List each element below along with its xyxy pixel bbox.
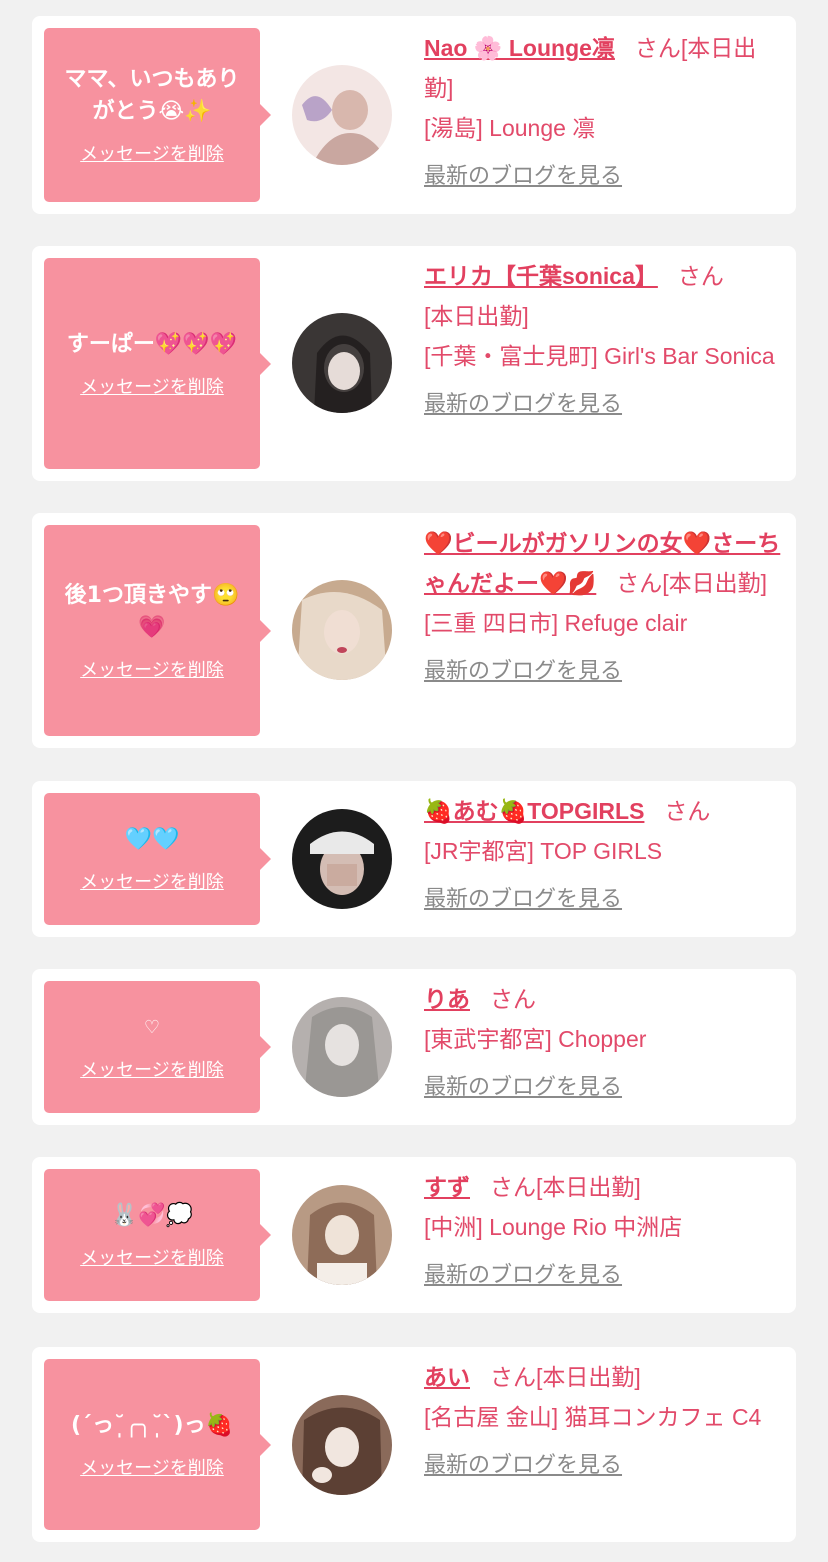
delete-message-link[interactable]: メッセージを削除	[80, 656, 224, 682]
message-bubble: 🐰💞💭 メッセージを削除	[44, 1169, 271, 1301]
avatar-image	[292, 580, 392, 680]
cast-name-link[interactable]: Nao 🌸 Lounge凛	[424, 35, 615, 61]
cast-name-link[interactable]: あい	[424, 1364, 470, 1390]
cast-info: ❤️ビールがガソリンの女❤️さーちゃんだよー❤️💋 さん[本日出勤] [三重 四日…	[424, 523, 782, 691]
honorific: さん	[634, 35, 681, 61]
list-item: ♡ メッセージを削除 りあ さん [東武宇都宮] Chopper 最新のブログを見…	[32, 969, 796, 1125]
latest-blog-link[interactable]: 最新のブログを見る	[424, 384, 622, 424]
shop-location: [中洲] Lounge Rio 中洲店	[424, 1214, 683, 1240]
cast-info: エリカ【千葉sonica】 さん [本日出勤] [千葉・富士見町] Girl's …	[424, 256, 782, 424]
work-status: [本日出勤]	[662, 570, 768, 596]
delete-message-link[interactable]: メッセージを削除	[80, 1056, 224, 1082]
avatar-image	[292, 997, 392, 1097]
cast-info: Nao 🌸 Lounge凛 さん[本日出勤] [湯島] Lounge 凛 最新のブ…	[424, 28, 782, 196]
avatar[interactable]	[292, 1395, 392, 1495]
message-text: 後1つ頂きやす🙄💗	[64, 582, 240, 640]
delete-message-link[interactable]: メッセージを削除	[80, 868, 224, 894]
shop-location: [JR宇都宮] TOP GIRLS	[424, 838, 663, 864]
avatar-image	[292, 809, 392, 909]
work-status: [本日出勤]	[536, 1364, 641, 1390]
avatar-image	[292, 1395, 392, 1495]
message-text: (ˊっ˘̩╭╮˘̩ˋ)っ🍓	[71, 1412, 233, 1438]
honorific: さん	[616, 570, 663, 596]
shop-location: [千葉・富士見町] Girl's Bar Sonica	[424, 343, 775, 369]
list-item: 後1つ頂きやす🙄💗 メッセージを削除 ❤️ビールがガソリンの女❤️さーちゃんだよ…	[32, 513, 796, 748]
shop-location: [東武宇都宮] Chopper	[424, 1026, 647, 1052]
avatar-image	[292, 313, 392, 413]
list-item: 🐰💞💭 メッセージを削除 すず さん[本日出勤] [中洲] Lounge Rio …	[32, 1157, 796, 1313]
cast-info: あい さん[本日出勤] [名古屋 金山] 猫耳コンカフェ C4 最新のブログを見る	[424, 1357, 782, 1485]
shop-location: [三重 四日市] Refuge clair	[424, 610, 688, 636]
avatar-image	[292, 1185, 392, 1285]
delete-message-link[interactable]: メッセージを削除	[80, 1244, 224, 1270]
list-item: すーぱー💖💖💖 メッセージを削除 エリカ【千葉sonica】 さん [本日出勤] …	[32, 246, 796, 481]
message-bubble: (ˊっ˘̩╭╮˘̩ˋ)っ🍓 メッセージを削除	[44, 1359, 271, 1530]
message-text: ♡	[143, 1017, 161, 1038]
avatar[interactable]	[292, 65, 392, 165]
cast-name-link[interactable]: エリカ【千葉sonica】	[424, 263, 658, 289]
message-text: 🐰💞💭	[110, 1203, 194, 1228]
work-status: [本日出勤]	[424, 303, 529, 329]
cast-name-link[interactable]: すず	[424, 1174, 470, 1200]
delete-message-link[interactable]: メッセージを削除	[80, 373, 224, 399]
cast-info: すず さん[本日出勤] [中洲] Lounge Rio 中洲店 最新のブログを見る	[424, 1167, 782, 1295]
cast-name-link[interactable]: りあ	[424, 986, 470, 1012]
list-item: 🩵🩵 メッセージを削除 🍓あむ🍓TOPGIRLS さん [JR宇都宮] TOP G…	[32, 781, 796, 937]
list-item: ママ、いつもありがとう😭✨ メッセージを削除 Nao 🌸 Lounge凛 さん[本…	[32, 16, 796, 214]
message-text: 🩵🩵	[124, 827, 180, 852]
latest-blog-link[interactable]: 最新のブログを見る	[424, 879, 622, 919]
list-item: (ˊっ˘̩╭╮˘̩ˋ)っ🍓 メッセージを削除 あい さん[本日出勤] [名古屋 金…	[32, 1347, 796, 1542]
message-bubble: すーぱー💖💖💖 メッセージを削除	[44, 258, 271, 469]
honorific: さん	[664, 798, 711, 824]
avatar[interactable]	[292, 997, 392, 1097]
latest-blog-link[interactable]: 最新のブログを見る	[424, 1067, 622, 1107]
honorific: さん	[490, 986, 536, 1012]
message-text: すーぱー💖💖💖	[66, 331, 238, 357]
honorific: さん	[490, 1364, 536, 1390]
shop-location: [名古屋 金山] 猫耳コンカフェ C4	[424, 1404, 762, 1430]
cast-info: りあ さん [東武宇都宮] Chopper 最新のブログを見る	[424, 979, 782, 1107]
delete-message-link[interactable]: メッセージを削除	[80, 140, 224, 166]
avatar[interactable]	[292, 1185, 392, 1285]
latest-blog-link[interactable]: 最新のブログを見る	[424, 651, 622, 691]
shop-location: [湯島] Lounge 凛	[424, 115, 596, 141]
avatar-image	[292, 65, 392, 165]
cast-name-link[interactable]: 🍓あむ🍓TOPGIRLS	[424, 798, 644, 824]
honorific: さん	[490, 1174, 536, 1200]
delete-message-link[interactable]: メッセージを削除	[80, 1454, 224, 1480]
latest-blog-link[interactable]: 最新のブログを見る	[424, 156, 622, 196]
latest-blog-link[interactable]: 最新のブログを見る	[424, 1255, 622, 1295]
cast-info: 🍓あむ🍓TOPGIRLS さん [JR宇都宮] TOP GIRLS 最新のブログを…	[424, 791, 782, 919]
honorific: さん	[677, 263, 724, 289]
avatar[interactable]	[292, 580, 392, 680]
message-bubble: 🩵🩵 メッセージを削除	[44, 793, 271, 925]
message-bubble: 後1つ頂きやす🙄💗 メッセージを削除	[44, 525, 271, 736]
avatar[interactable]	[292, 809, 392, 909]
message-text: ママ、いつもありがとう😭✨	[64, 67, 240, 124]
latest-blog-link[interactable]: 最新のブログを見る	[424, 1445, 622, 1485]
message-bubble: ママ、いつもありがとう😭✨ メッセージを削除	[44, 28, 271, 202]
work-status: [本日出勤]	[536, 1174, 641, 1200]
message-bubble: ♡ メッセージを削除	[44, 981, 271, 1113]
avatar[interactable]	[292, 313, 392, 413]
